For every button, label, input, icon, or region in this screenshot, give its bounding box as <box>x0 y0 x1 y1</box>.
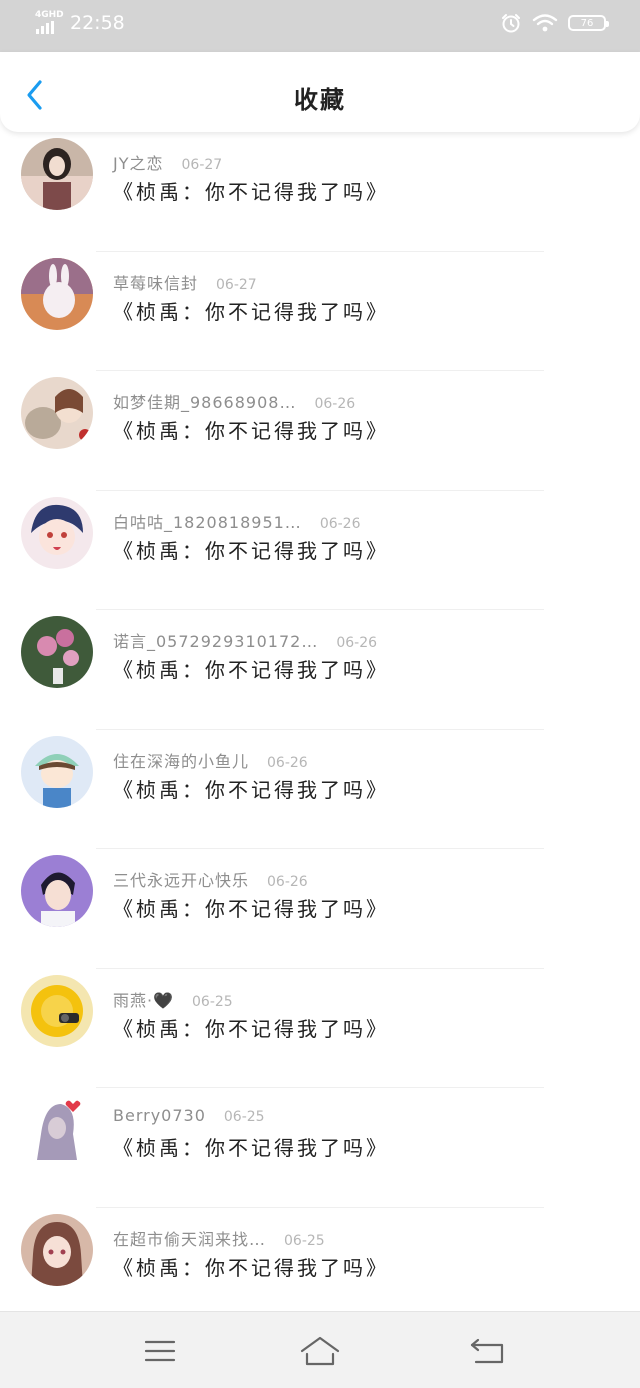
signal-icon: 4GHD <box>34 10 64 34</box>
list-item[interactable]: JY之恋 06-27 《桢禹：你不记得我了吗》 <box>0 132 640 252</box>
page-header: 收藏 <box>0 52 640 132</box>
message-text: 《桢禹：你不记得我了吗》 <box>113 419 389 443</box>
avatar <box>21 1213 93 1286</box>
post-date: 06-26 <box>267 874 308 890</box>
user-name: 在超市偷天润来找… <box>113 1229 267 1249</box>
message-text: 《桢禹：你不记得我了吗》 <box>113 658 389 682</box>
avatar <box>21 377 93 449</box>
post-date: 06-26 <box>336 635 378 651</box>
user-name: 雨燕·🖤 <box>113 990 175 1010</box>
user-name: 住在深海的小鱼儿 <box>113 751 250 771</box>
post-date: 06-26 <box>267 754 308 771</box>
post-date: 06-25 <box>192 993 233 1010</box>
message-text: 《桢禹：你不记得我了吗》 <box>113 1016 389 1041</box>
message-text: 《桢禹：你不记得我了吗》 <box>113 538 389 563</box>
home-icon[interactable] <box>300 1334 340 1368</box>
system-nav-bar <box>0 1311 640 1388</box>
user-name: 如梦佳期_98668908… <box>113 393 297 412</box>
user-name: JY之恋 <box>113 154 164 173</box>
post-date: 06-25 <box>223 1109 265 1125</box>
message-text: 《桢禹：你不记得我了吗》 <box>113 1255 389 1280</box>
post-date: 06-26 <box>319 515 361 532</box>
list-item[interactable]: 草莓味信封 06-27 《桢禹：你不记得我了吗》 <box>0 252 640 371</box>
avatar <box>21 257 93 330</box>
avatar <box>21 496 93 569</box>
message-text: 《桢禹：你不记得我了吗》 <box>113 1136 389 1160</box>
post-date: 06-26 <box>314 396 356 412</box>
avatar <box>21 1094 93 1166</box>
wifi-icon <box>532 14 558 32</box>
status-right: 76 <box>500 12 609 34</box>
user-name: 白咕咕_1820818951… <box>113 512 302 532</box>
list-item[interactable]: 雨燕·🖤 06-25 《桢禹：你不记得我了吗》 <box>0 969 640 1088</box>
list-item[interactable]: Berry0730 06-25 《桢禹：你不记得我了吗》 <box>0 1088 640 1208</box>
user-name: Berry0730 <box>113 1106 206 1125</box>
list-item[interactable]: 诺言_0572929310172… 06-26 《桢禹：你不记得我了吗》 <box>0 610 640 730</box>
favorites-list: JY之恋 06-27 《桢禹：你不记得我了吗》 草莓味信封 06-27 《桢禹：你不… <box>0 132 640 1327</box>
return-icon[interactable] <box>468 1334 508 1368</box>
list-item[interactable]: 在超市偷天润来找… 06-25 《桢禹：你不记得我了吗》 <box>0 1208 640 1328</box>
message-text: 《桢禹：你不记得我了吗》 <box>113 897 389 921</box>
battery-icon: 76 <box>568 15 609 31</box>
avatar <box>21 616 93 688</box>
list-item[interactable]: 如梦佳期_98668908… 06-26 《桢禹：你不记得我了吗》 <box>0 371 640 491</box>
avatar <box>21 735 93 808</box>
message-text: 《桢禹：你不记得我了吗》 <box>113 180 389 204</box>
user-name: 草莓味信封 <box>113 273 199 293</box>
message-text: 《桢禹：你不记得我了吗》 <box>113 299 389 324</box>
list-item[interactable]: 白咕咕_1820818951… 06-26 《桢禹：你不记得我了吗》 <box>0 491 640 610</box>
post-date: 06-25 <box>284 1232 325 1249</box>
battery-level: 76 <box>580 17 594 29</box>
status-bar: 4GHD 22:58 76 <box>0 0 640 52</box>
user-name: 三代永远开心快乐 <box>113 871 250 890</box>
post-date: 06-27 <box>181 157 223 173</box>
list-item[interactable]: 住在深海的小鱼儿 06-26 《桢禹：你不记得我了吗》 <box>0 730 640 849</box>
message-text: 《桢禹：你不记得我了吗》 <box>113 777 389 802</box>
page-title: 收藏 <box>294 86 346 114</box>
network-type: 4GHD <box>35 10 64 20</box>
avatar <box>21 855 93 927</box>
alarm-icon <box>502 14 520 33</box>
status-left: 4GHD 22:58 <box>34 10 125 34</box>
menu-icon[interactable] <box>140 1334 180 1368</box>
avatar <box>21 138 93 210</box>
status-time: 22:58 <box>70 12 125 34</box>
avatar <box>21 974 93 1047</box>
user-name: 诺言_0572929310172… <box>113 632 319 651</box>
list-item[interactable]: 三代永远开心快乐 06-26 《桢禹：你不记得我了吗》 <box>0 849 640 969</box>
post-date: 06-27 <box>216 276 257 293</box>
